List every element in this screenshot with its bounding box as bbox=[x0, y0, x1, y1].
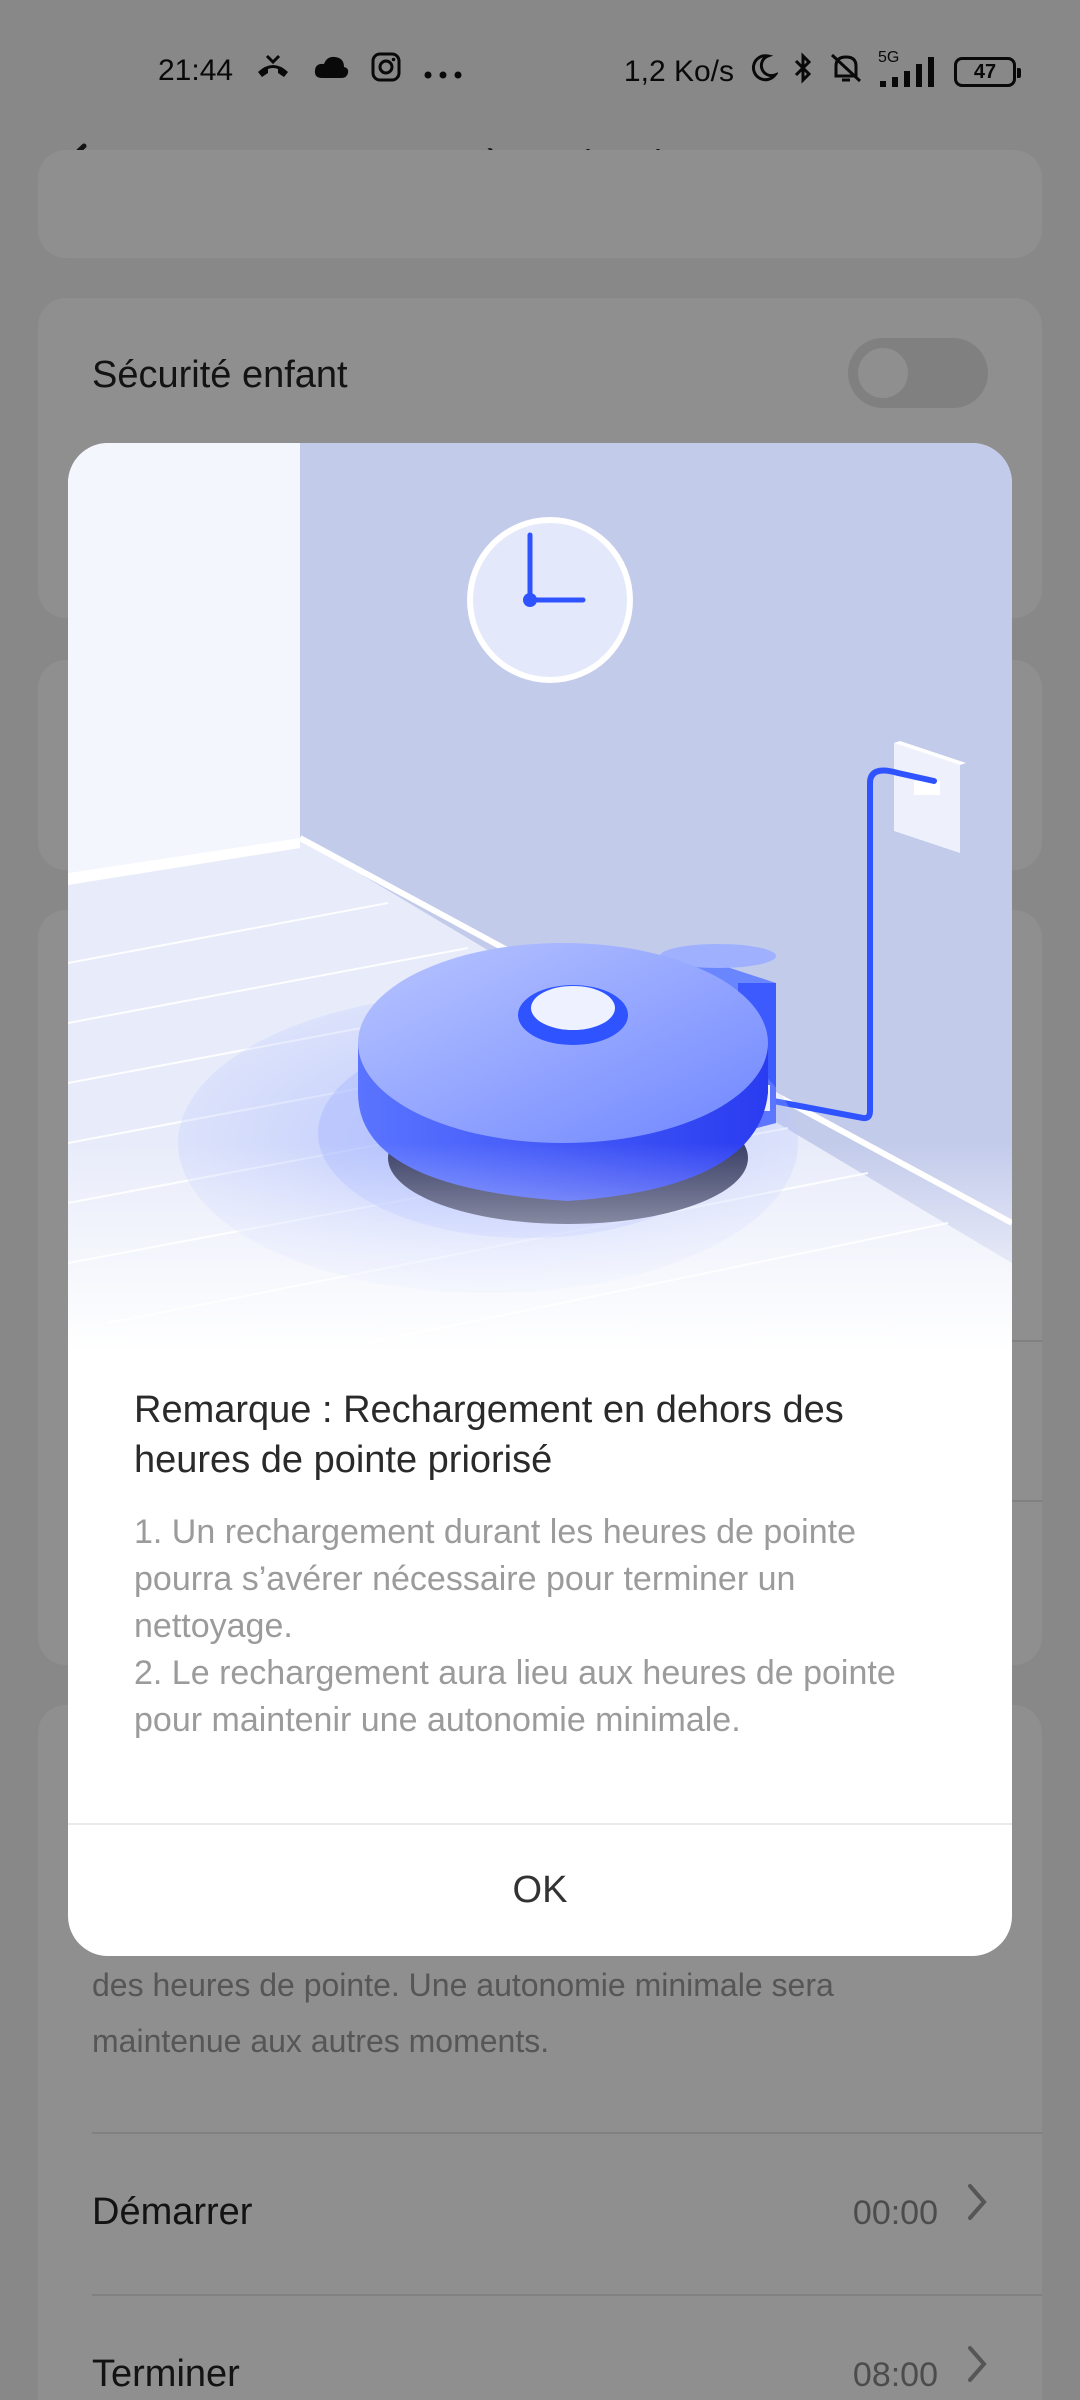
robot-charging-illustration bbox=[68, 443, 1012, 1353]
dialog-body: 1. Un rechargement durant les heures de … bbox=[134, 1509, 946, 1744]
dialog-body-line: 1. Un rechargement durant les heures de … bbox=[134, 1513, 857, 1645]
offpeak-charging-dialog: Remarque : Rechargement en dehors des he… bbox=[68, 443, 1012, 1956]
dialog-body-line: 2. Le rechargement aura lieu aux heures … bbox=[134, 1654, 896, 1739]
dialog-title: Remarque : Rechargement en dehors des he… bbox=[134, 1389, 844, 1481]
wall-clock-icon bbox=[467, 517, 633, 683]
ok-button[interactable]: OK bbox=[68, 1825, 1012, 1956]
